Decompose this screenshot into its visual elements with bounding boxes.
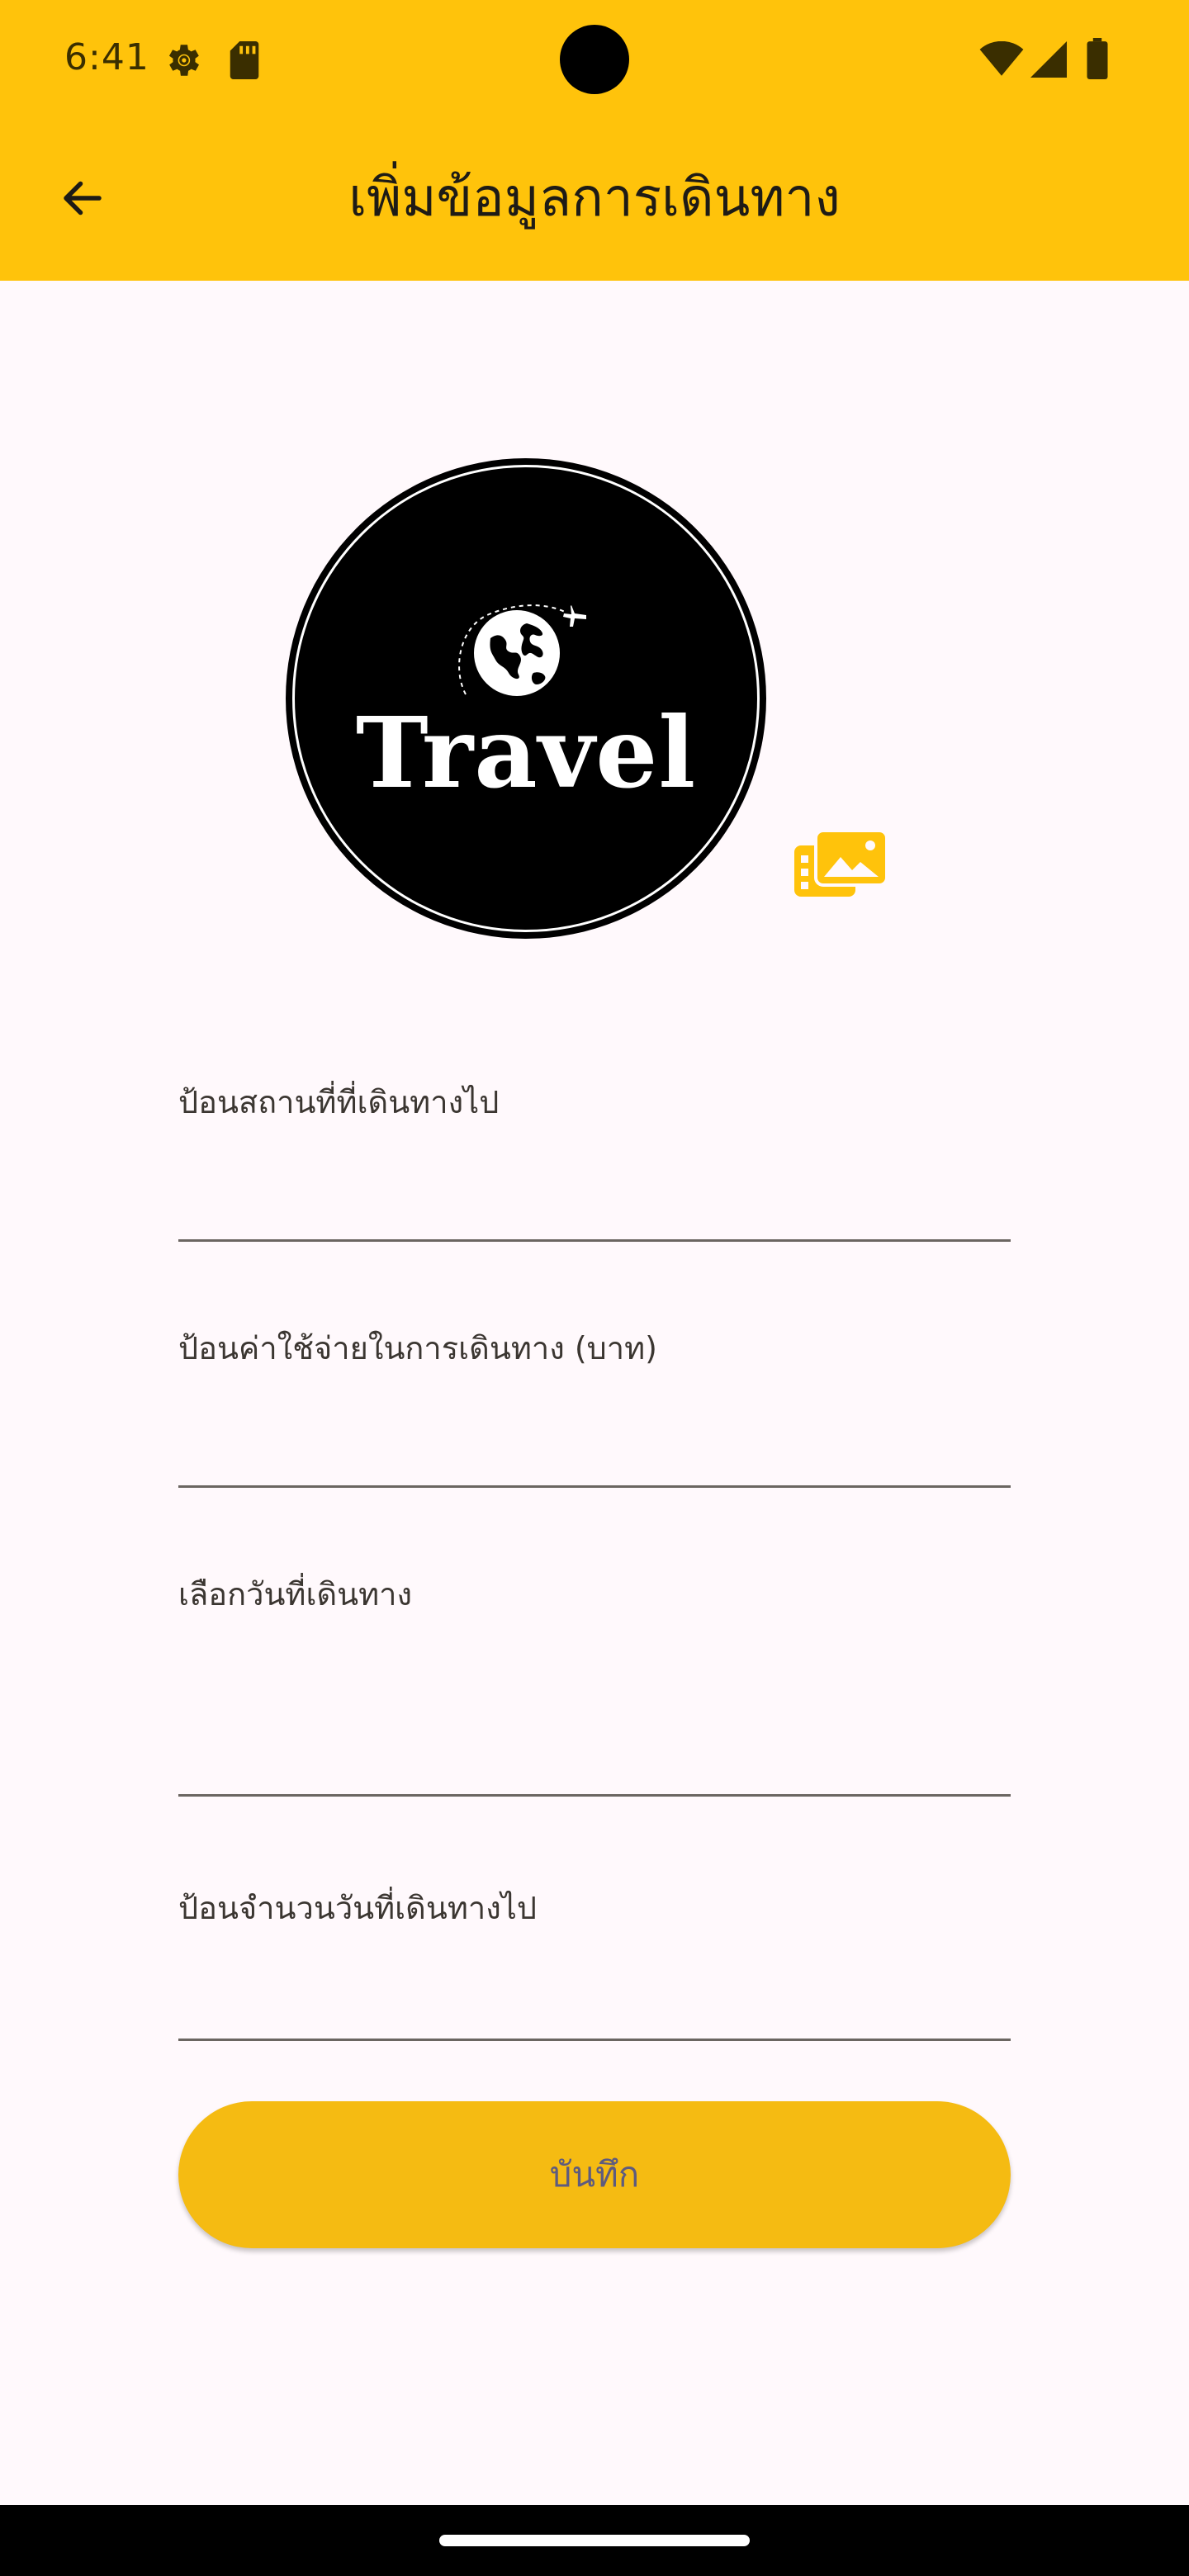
destination-label: ป้อนสถานที่ที่เดินทางไป — [178, 1084, 500, 1120]
globe-airplane-icon — [458, 604, 586, 696]
destination-field: ป้อนสถานที่ที่เดินทางไป — [178, 1082, 1011, 1242]
date-field: เลือกวันที่เดินทาง — [178, 1574, 1011, 1797]
cost-label: ป้อนค่าใช้จ่ายในการเดินทาง (บาท) — [178, 1330, 658, 1366]
date-input[interactable] — [178, 1681, 1011, 1797]
logo-text: Travel — [355, 695, 697, 810]
days-field: ป้อนจำนวนวันที่เดินทางไป — [178, 1887, 1011, 2041]
battery-icon — [1087, 38, 1108, 79]
back-button[interactable] — [41, 157, 124, 239]
photo-library-icon — [794, 829, 888, 897]
home-gesture-handle[interactable] — [439, 2535, 750, 2546]
arrow-back-icon — [64, 181, 102, 215]
photo-library-button[interactable] — [794, 826, 888, 908]
save-button[interactable]: บันทึก — [178, 2101, 1011, 2248]
days-label: ป้อนจำนวนวันที่เดินทางไป — [178, 1890, 537, 1926]
travel-logo-image[interactable]: Travel — [286, 458, 766, 939]
navigation-bar — [0, 2505, 1189, 2576]
logo-circle: Travel — [286, 458, 766, 939]
cost-field: ป้อนค่าใช้จ่ายในการเดินทาง (บาท) — [178, 1328, 1011, 1488]
app-bar: เพิ่มข้อมูลการเดินทาง — [0, 116, 1189, 281]
sd-card-icon — [230, 41, 259, 79]
settings-gear-icon — [168, 45, 199, 76]
camera-cutout — [560, 25, 629, 94]
days-input[interactable] — [178, 1978, 1011, 2041]
status-bar: 6:41 — [0, 0, 1189, 116]
destination-input[interactable] — [178, 1179, 1011, 1242]
page-title: เพิ่มข้อมูลการเดินทาง — [348, 168, 841, 229]
cost-input[interactable] — [178, 1425, 1011, 1488]
status-time: 6:41 — [64, 36, 149, 78]
wifi-icon — [979, 41, 1024, 76]
cell-signal-icon — [1030, 41, 1067, 78]
date-label: เลือกวันที่เดินทาง — [178, 1576, 413, 1612]
